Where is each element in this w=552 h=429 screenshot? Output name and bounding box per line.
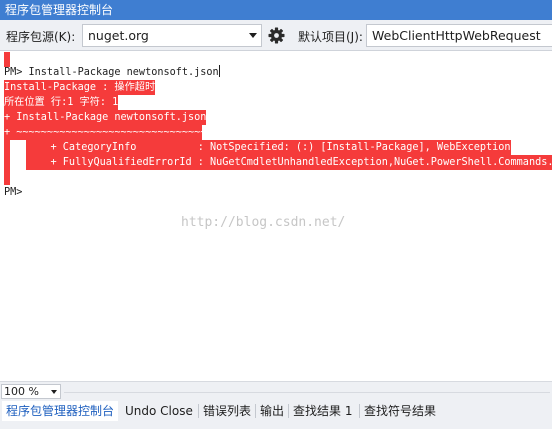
console-error-line: + CategoryInfo : NotSpecified: (:) [Inst… xyxy=(26,140,511,155)
default-project-dropdown[interactable]: WebClientHttpWebRequest xyxy=(366,24,552,47)
error-marker xyxy=(4,140,10,155)
console-error-line: + Install-Package newtonsoft.json xyxy=(4,110,207,125)
tab-error-list[interactable]: 错误列表 xyxy=(199,401,255,421)
zoom-bar: 100 % xyxy=(0,381,552,401)
package-manager-toolbar: 程序包源(K): nuget.org 默认项目(J): WebClientHtt… xyxy=(0,20,552,51)
zoom-dropdown[interactable]: 100 % xyxy=(1,384,61,399)
tab-undo-close[interactable]: Undo Close xyxy=(121,401,197,421)
error-marker xyxy=(4,155,10,170)
zoom-value: 100 % xyxy=(4,385,39,398)
package-source-dropdown[interactable]: nuget.org xyxy=(82,24,262,47)
horizontal-scrollbar[interactable] xyxy=(64,392,550,393)
window-title-bar: 程序包管理器控制台 xyxy=(0,0,552,20)
error-marker xyxy=(4,170,10,185)
window-title: 程序包管理器控制台 xyxy=(5,3,114,17)
tab-find-symbol-results[interactable]: 查找符号结果 xyxy=(360,401,440,421)
package-source-value: nuget.org xyxy=(88,28,149,43)
chevron-down-icon xyxy=(249,33,257,38)
text-cursor xyxy=(218,65,220,77)
default-project-label: 默认项目(J): xyxy=(298,30,363,44)
console-final-prompt: PM> xyxy=(4,187,23,198)
console-error-line: + FullyQualifiedErrorId : NuGetCmdletUnh… xyxy=(26,155,552,170)
console-prompt-line: PM> Install-Package newtonsoft.json xyxy=(4,65,220,78)
console-error-line: 所在位置 行:1 字符: 1 xyxy=(4,95,119,110)
package-source-label: 程序包源(K): xyxy=(6,30,76,44)
tab-output[interactable]: 输出 xyxy=(256,401,288,421)
console-error-line: Install-Package : 操作超时 xyxy=(4,80,156,95)
settings-button[interactable] xyxy=(265,24,288,47)
chevron-down-icon xyxy=(51,390,57,394)
tab-package-manager-console[interactable]: 程序包管理器控制台 xyxy=(2,401,119,421)
default-project-value: WebClientHttpWebRequest xyxy=(372,28,541,43)
tool-window-tabs: 程序包管理器控制台 Undo Close 错误列表 输出 查找结果 1 查找符号… xyxy=(0,401,552,429)
watermark: http://blog.csdn.net/ xyxy=(181,215,346,230)
gear-icon xyxy=(268,27,285,44)
console-error-line: + ~~~~~~~~~~~~~~~~~~~~~~~~~~~~~~~~ xyxy=(4,125,202,140)
console-output[interactable]: PM> Install-Package newtonsoft.json Inst… xyxy=(0,51,552,381)
tab-find-results-1[interactable]: 查找结果 1 xyxy=(289,401,356,421)
